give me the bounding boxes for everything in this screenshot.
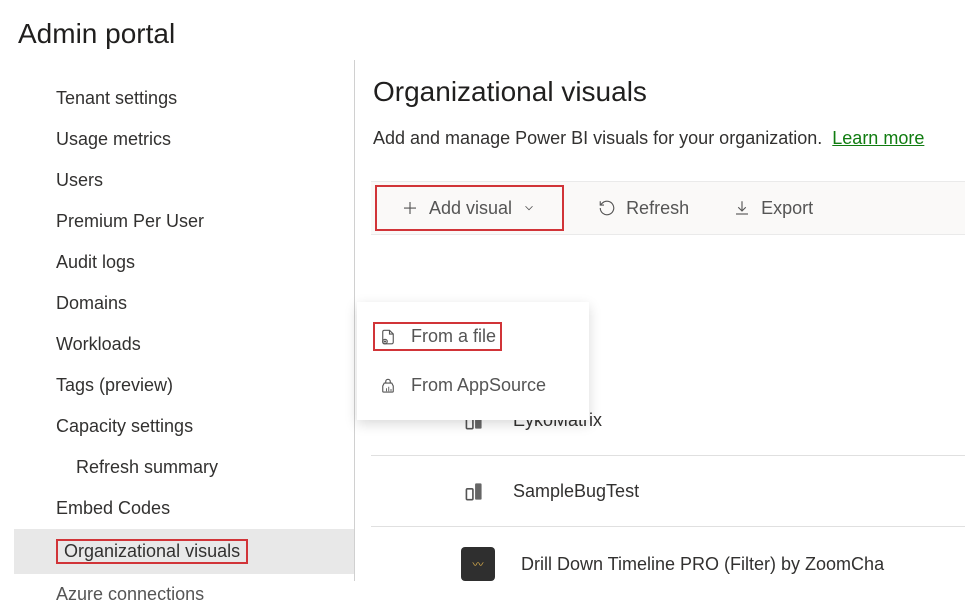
export-label: Export: [761, 198, 813, 219]
sidebar-item-refresh-summary[interactable]: Refresh summary: [14, 447, 354, 488]
learn-more-link[interactable]: Learn more: [832, 128, 924, 148]
visual-name: SampleBugTest: [513, 481, 639, 502]
file-upload-icon: [379, 328, 397, 346]
dropdown-from-appsource-label: From AppSource: [411, 375, 546, 396]
appsource-icon: [379, 377, 397, 395]
section-subtitle: Add and manage Power BI visuals for your…: [371, 128, 965, 149]
sidebar-item-usage-metrics[interactable]: Usage metrics: [14, 119, 354, 160]
dropdown-from-appsource[interactable]: From AppSource: [357, 361, 589, 410]
visual-name: Drill Down Timeline PRO (Filter) by Zoom…: [521, 554, 884, 575]
sidebar-item-tenant-settings[interactable]: Tenant settings: [14, 78, 354, 119]
sidebar-item-azure-connections[interactable]: Azure connections: [14, 574, 354, 615]
chevron-down-icon: [522, 201, 536, 215]
plus-icon: [401, 199, 419, 217]
section-title: Organizational visuals: [371, 72, 965, 108]
add-visual-dropdown: From a file From AppSource: [357, 302, 589, 420]
sidebar-item-workloads[interactable]: Workloads: [14, 324, 354, 365]
add-visual-button[interactable]: Add visual: [381, 187, 558, 229]
visual-thumbnail-icon: 〰: [461, 547, 495, 581]
sidebar-item-capacity-settings[interactable]: Capacity settings: [14, 406, 354, 447]
main-panel: Organizational visuals Add and manage Po…: [355, 60, 965, 581]
page-title: Admin portal: [0, 0, 965, 60]
refresh-button[interactable]: Refresh: [576, 182, 711, 234]
sidebar-item-organizational-visuals[interactable]: Organizational visuals: [14, 529, 354, 574]
refresh-icon: [598, 199, 616, 217]
dropdown-from-a-file-label: From a file: [411, 326, 496, 347]
refresh-label: Refresh: [626, 198, 689, 219]
sidebar-selected-highlight: Organizational visuals: [56, 539, 248, 564]
list-item[interactable]: SampleBugTest: [371, 456, 965, 527]
sidebar-item-tags-preview[interactable]: Tags (preview): [14, 365, 354, 406]
sidebar: Tenant settings Usage metrics Users Prem…: [0, 60, 355, 581]
list-item[interactable]: 〰 Drill Down Timeline PRO (Filter) by Zo…: [371, 527, 965, 603]
export-button[interactable]: Export: [711, 182, 835, 234]
sidebar-item-domains[interactable]: Domains: [14, 283, 354, 324]
sidebar-item-users[interactable]: Users: [14, 160, 354, 201]
dropdown-from-a-file[interactable]: From a file: [357, 312, 589, 361]
sidebar-item-audit-logs[interactable]: Audit logs: [14, 242, 354, 283]
download-icon: [733, 199, 751, 217]
visual-default-icon: [461, 478, 487, 504]
add-visual-label: Add visual: [429, 198, 512, 219]
sidebar-item-embed-codes[interactable]: Embed Codes: [14, 488, 354, 529]
add-visual-highlight: Add visual: [375, 185, 564, 231]
toolbar: Add visual Refresh Export: [371, 181, 965, 235]
sidebar-item-premium-per-user[interactable]: Premium Per User: [14, 201, 354, 242]
